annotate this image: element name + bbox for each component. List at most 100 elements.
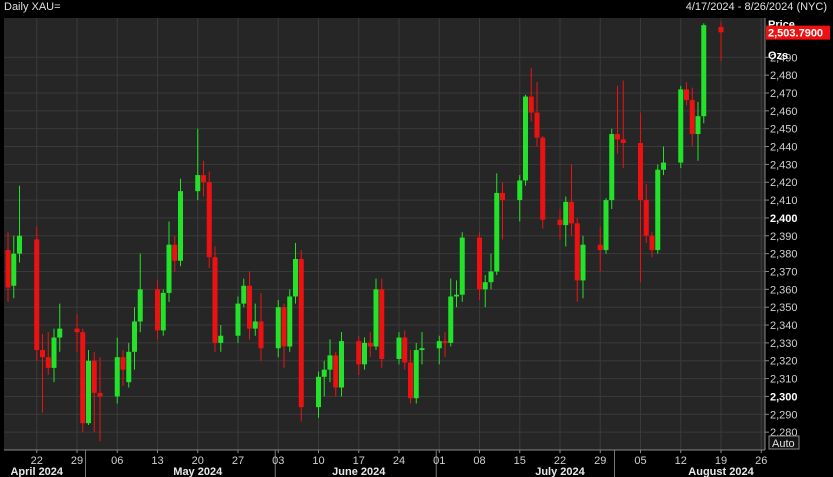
candle-body[interactable] [482,282,488,290]
candle[interactable] [701,23,707,124]
candle-body[interactable] [91,360,97,393]
candle[interactable] [298,250,304,422]
candle-body[interactable] [396,337,402,359]
candle-body[interactable] [436,341,442,349]
candle-body[interactable] [178,191,183,261]
candle-body[interactable] [402,337,408,363]
candle-body[interactable] [701,25,707,117]
candle-body[interactable] [643,200,649,236]
candle-body[interactable] [126,351,132,383]
candle-body[interactable] [557,219,563,226]
candle[interactable] [379,278,385,368]
candle-body[interactable] [235,303,241,336]
candle-body[interactable] [11,253,17,286]
candle-body[interactable] [661,162,666,170]
candle-body[interactable] [212,257,218,343]
candle-body[interactable] [534,112,540,138]
candle-body[interactable] [293,258,298,297]
candle-body[interactable] [442,341,448,343]
candle-body[interactable] [362,342,367,365]
candle-body[interactable] [132,321,137,352]
candle-body[interactable] [195,175,201,192]
candle-body[interactable] [160,292,166,331]
candle-body[interactable] [321,369,327,377]
candle-body[interactable] [448,296,454,343]
candle-body[interactable] [655,169,661,251]
candle-body[interactable] [718,26,724,33]
candle-body[interactable] [74,328,80,333]
candle[interactable] [86,350,91,426]
candle-body[interactable] [155,289,160,331]
candle[interactable] [523,94,528,186]
candle-body[interactable] [684,89,689,101]
candle-body[interactable] [689,100,695,135]
candle-body[interactable] [57,328,63,338]
candle-body[interactable] [339,341,344,388]
candle[interactable] [655,164,661,254]
candle[interactable] [80,328,86,433]
candle-body[interactable] [281,307,287,347]
candle-body[interactable] [51,337,57,368]
candle-body[interactable] [34,239,40,351]
candle-body[interactable] [120,357,126,370]
candle-body[interactable] [356,341,362,365]
candle[interactable] [413,342,419,404]
candle-body[interactable] [603,200,609,251]
candle-body[interactable] [379,289,385,359]
candle-body[interactable] [114,357,120,397]
candle-body[interactable] [166,244,172,293]
candle-body[interactable] [241,285,247,304]
candle[interactable] [287,289,293,352]
candle-body[interactable] [97,392,103,397]
candle-body[interactable] [620,139,626,143]
candle-body[interactable] [218,335,224,343]
candle-body[interactable] [367,342,373,347]
candle-body[interactable] [563,201,569,226]
candle-body[interactable] [40,350,45,358]
candle-body[interactable] [172,244,178,261]
auto-scale-button[interactable]: Auto [768,435,800,450]
candle[interactable] [206,171,212,268]
candle-body[interactable] [327,355,333,370]
candle[interactable] [459,232,465,302]
candle-body[interactable] [678,89,684,163]
candle[interactable] [34,226,40,361]
candle-body[interactable] [333,355,339,388]
candle-body[interactable] [45,357,51,368]
candle-body[interactable] [638,142,643,201]
candle[interactable] [603,198,609,254]
candle-body[interactable] [528,96,534,113]
candle-body[interactable] [615,134,620,140]
candle-body[interactable] [287,296,293,347]
candle-body[interactable] [494,192,500,272]
candle-body[interactable] [80,332,86,424]
candle-body[interactable] [252,321,258,329]
candle-body[interactable] [580,244,586,281]
candle-body[interactable] [17,235,22,254]
candle-body[interactable] [408,362,413,399]
candlestick-chart[interactable]: 2,2802,2902,3002,3102,3202,3302,3402,350… [0,0,833,477]
candle-body[interactable] [459,237,465,295]
candle-body[interactable] [500,192,505,201]
candle-body[interactable] [569,201,574,224]
candle[interactable] [540,135,546,229]
candle-body[interactable] [137,289,143,322]
candle-body[interactable] [298,258,304,408]
candle-body[interactable] [413,350,419,399]
candle-body[interactable] [419,348,425,351]
candle[interactable] [373,278,379,351]
candle-body[interactable] [540,137,546,220]
candle[interactable] [160,289,166,336]
candle-body[interactable] [517,180,523,201]
candle[interactable] [212,246,218,352]
candle-body[interactable] [373,289,379,347]
candle-body[interactable] [609,134,615,201]
candle-body[interactable] [488,271,494,283]
candle-body[interactable] [477,237,482,290]
candle[interactable] [178,178,183,267]
candle-body[interactable] [275,307,281,349]
candle-body[interactable] [574,223,580,281]
candle-body[interactable] [5,250,11,288]
candle-body[interactable] [597,244,603,251]
candle-body[interactable] [206,182,212,258]
